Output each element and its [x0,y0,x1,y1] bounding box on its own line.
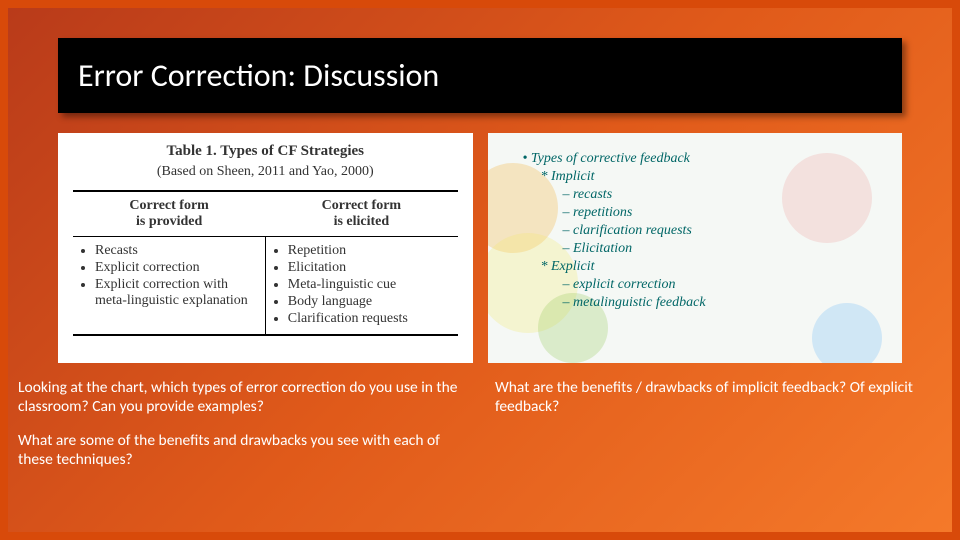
list-item: – repetitions [563,205,880,221]
provided-list: Recasts Explicit correction Explicit cor… [77,243,261,309]
question-2: What are some of the benefits and drawba… [18,431,465,470]
implicit-label: * Implicit [541,169,880,185]
feedback-types-panel: • Types of corrective feedback * Implici… [488,133,903,363]
explicit-label: * Explicit [541,259,880,275]
discussion-questions: Looking at the chart, which types of err… [8,363,952,484]
list-item: Clarification requests [288,311,454,327]
feedback-types-text: • Types of corrective feedback * Implici… [503,143,888,321]
list-item: – clarification requests [563,223,880,239]
title-bar: Error Correction: Discussion [58,38,902,113]
col-header-provided: Correct formis provided [73,191,265,237]
table-caption-line2: (Based on Sheen, 2011 and Yao, 2000) [73,164,458,180]
list-item: – explicit correction [563,277,880,293]
elicited-list: Repetition Elicitation Meta-linguistic c… [270,243,454,327]
content-row: Table 1. Types of CF Strategies (Based o… [8,133,952,363]
question-3: What are the benefits / drawbacks of imp… [495,378,942,417]
questions-left: Looking at the chart, which types of err… [18,378,465,484]
slide-title: Error Correction: Discussion [78,56,882,95]
list-item: – metalinguistic feedback [563,295,880,311]
list-item: Elicitation [288,260,454,276]
list-item: Repetition [288,243,454,259]
questions-right: What are the benefits / drawbacks of imp… [495,378,942,484]
cf-strategies-table: Correct formis provided Correct formis e… [73,190,458,336]
list-item: Recasts [95,243,261,259]
list-item: Explicit correction with meta-linguistic… [95,277,261,309]
question-1: Looking at the chart, which types of err… [18,378,465,417]
list-item: – recasts [563,187,880,203]
list-item: – Elicitation [563,241,880,257]
col-header-elicited: Correct formis elicited [265,191,457,237]
table-caption-line1: Table 1. Types of CF Strategies [73,143,458,160]
list-item: Meta-linguistic cue [288,277,454,293]
list-item: Explicit correction [95,260,261,276]
list-item: Body language [288,294,454,310]
cf-strategies-table-panel: Table 1. Types of CF Strategies (Based o… [58,133,473,363]
feedback-heading: • Types of corrective feedback [523,151,880,167]
table-row: Recasts Explicit correction Explicit cor… [73,237,458,336]
